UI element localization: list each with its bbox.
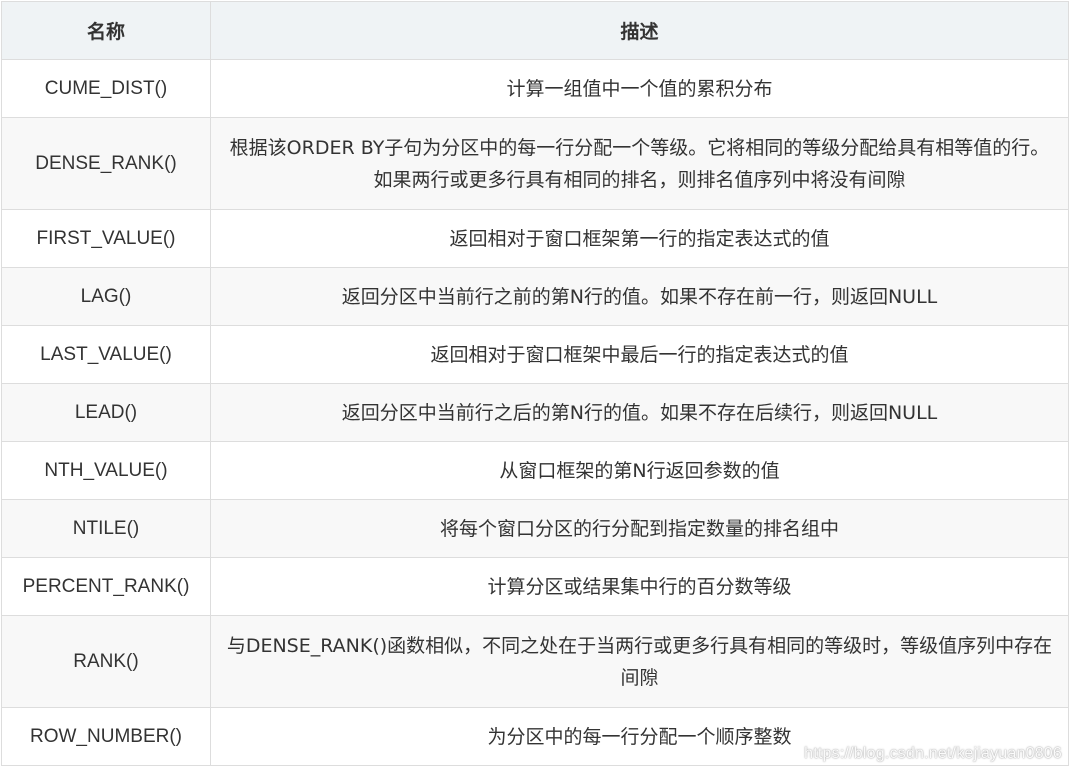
- function-name: NTILE(): [1, 499, 211, 558]
- table-row: RANK() 与DENSE_RANK()函数相似，不同之处在于当两行或更多行具有…: [1, 615, 1069, 708]
- function-name: FIRST_VALUE(): [1, 209, 211, 268]
- table-row: CUME_DIST() 计算一组值中一个值的累积分布: [1, 59, 1069, 118]
- function-name: RANK(): [1, 615, 211, 708]
- function-name: LEAD(): [1, 383, 211, 442]
- table-row: FIRST_VALUE() 返回相对于窗口框架第一行的指定表达式的值: [1, 209, 1069, 268]
- function-description: 将每个窗口分区的行分配到指定数量的排名组中: [210, 499, 1069, 558]
- table-row: LAST_VALUE() 返回相对于窗口框架中最后一行的指定表达式的值: [1, 325, 1069, 384]
- function-name: LAST_VALUE(): [1, 325, 211, 384]
- function-name: PERCENT_RANK(): [1, 557, 211, 616]
- function-description: 计算一组值中一个值的累积分布: [210, 59, 1069, 118]
- table-row: NTH_VALUE() 从窗口框架的第N行返回参数的值: [1, 441, 1069, 500]
- table-row: NTILE() 将每个窗口分区的行分配到指定数量的排名组中: [1, 499, 1069, 558]
- watermark-url: https://blog.csdn.net/kejiayuan0806: [804, 745, 1062, 762]
- header-name: 名称: [1, 1, 211, 60]
- function-description: 返回分区中当前行之前的第N行的值。如果不存在前一行，则返回NULL: [210, 267, 1069, 326]
- function-name: LAG(): [1, 267, 211, 326]
- function-description: 根据该ORDER BY子句为分区中的每一行分配一个等级。它将相同的等级分配给具有…: [210, 117, 1069, 210]
- function-name: ROW_NUMBER(): [1, 707, 211, 766]
- function-description: 返回分区中当前行之后的第N行的值。如果不存在后续行，则返回NULL: [210, 383, 1069, 442]
- table-row: LAG() 返回分区中当前行之前的第N行的值。如果不存在前一行，则返回NULL: [1, 267, 1069, 326]
- function-name: DENSE_RANK(): [1, 117, 211, 210]
- table-row: PERCENT_RANK() 计算分区或结果集中行的百分数等级: [1, 557, 1069, 616]
- function-description: 计算分区或结果集中行的百分数等级: [210, 557, 1069, 616]
- header-description: 描述: [210, 1, 1069, 60]
- function-description: 返回相对于窗口框架第一行的指定表达式的值: [210, 209, 1069, 268]
- window-functions-table: 名称 描述 CUME_DIST() 计算一组值中一个值的累积分布 DENSE_R…: [1, 1, 1069, 766]
- table-row: LEAD() 返回分区中当前行之后的第N行的值。如果不存在后续行，则返回NULL: [1, 383, 1069, 442]
- function-description: 与DENSE_RANK()函数相似，不同之处在于当两行或更多行具有相同的等级时，…: [210, 615, 1069, 708]
- table-row: DENSE_RANK() 根据该ORDER BY子句为分区中的每一行分配一个等级…: [1, 117, 1069, 210]
- function-name: NTH_VALUE(): [1, 441, 211, 500]
- function-description: 从窗口框架的第N行返回参数的值: [210, 441, 1069, 500]
- function-description: 返回相对于窗口框架中最后一行的指定表达式的值: [210, 325, 1069, 384]
- table-header-row: 名称 描述: [1, 1, 1069, 60]
- function-name: CUME_DIST(): [1, 59, 211, 118]
